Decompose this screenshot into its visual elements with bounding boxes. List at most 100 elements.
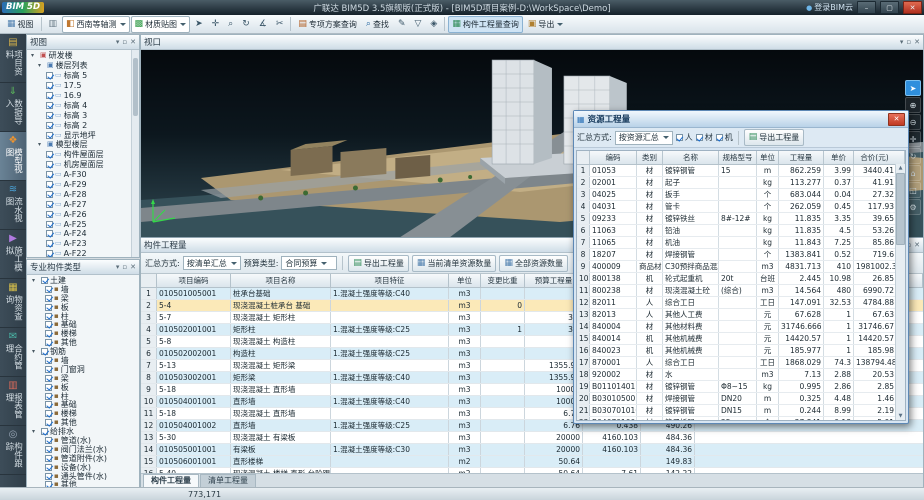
all-resource-button[interactable]: ▦全部资源数量	[499, 255, 568, 272]
resource-table-scrollbar[interactable]: ▲ ▼	[895, 164, 905, 420]
checkbox[interactable]	[45, 286, 52, 293]
checkbox[interactable]	[45, 304, 52, 311]
checkbox[interactable]	[45, 313, 52, 320]
display-mode-dropdown[interactable]: ▩材质贴图	[131, 16, 191, 33]
resource-table-row[interactable]: 9400009商品材C30预拌商品混凝土m34831.7134101981002…	[577, 261, 905, 273]
nav-tab-2[interactable]: ⇓数据导入	[0, 83, 26, 132]
checkbox[interactable]	[41, 277, 48, 284]
checkbox[interactable]	[46, 72, 53, 79]
checkbox[interactable]	[46, 201, 53, 208]
summary-mode-dropdown[interactable]: 按清单汇总	[183, 256, 241, 270]
nav-tab-7[interactable]: ✉合约管理	[0, 328, 26, 377]
resource-table-row[interactable]: 711065材机油kg11.8437.2585.86	[577, 237, 905, 249]
tree-node-root[interactable]: ▾▣研发楼	[29, 51, 139, 61]
special-plan-query-button[interactable]: ▤专项方案查询	[294, 16, 361, 33]
resource-table-row[interactable]: 818207材焊接钢管个1383.8410.52719.6	[577, 249, 905, 261]
type-item[interactable]: ▪板	[29, 303, 139, 312]
tree-floor-item[interactable]: ▭A-F23	[29, 239, 139, 249]
panel-pin-icon[interactable]: ▫	[906, 38, 911, 46]
tree-floor-item[interactable]: ▭A-F24	[29, 229, 139, 239]
type-item[interactable]: ▪设备(水)	[29, 463, 139, 472]
tree-floor-item[interactable]: ▭A-F30	[29, 170, 139, 180]
orbit-tool[interactable]: ↻	[238, 16, 254, 33]
resource-table-row[interactable]: 20B030105005材焊接钢管DN20m0.3254.481.46	[577, 393, 905, 405]
expander-icon[interactable]: ▾	[32, 428, 39, 435]
type-group[interactable]: ▾给排水	[29, 427, 139, 436]
bottom-tab-1[interactable]: 构件工程量	[143, 474, 199, 487]
type-item[interactable]: ▪其他	[29, 418, 139, 427]
resource-table-row[interactable]: 611063材铅油kg11.8354.553.26	[577, 225, 905, 237]
checkbox[interactable]	[45, 330, 52, 337]
checkbox[interactable]	[46, 82, 53, 89]
panel-close-icon[interactable]: ✕	[914, 38, 920, 46]
type-item[interactable]: ▪墙	[29, 285, 139, 294]
type-item[interactable]: ▪梁	[29, 294, 139, 303]
tree-floor-item[interactable]: ▭机房屋面层	[29, 160, 139, 170]
checkbox[interactable]	[45, 321, 52, 328]
checkbox[interactable]	[45, 419, 52, 426]
nav-tab-8[interactable]: ▥报表管理	[0, 377, 26, 426]
tree-floor-item[interactable]: ▭显示地坪	[29, 130, 139, 140]
panel-menu-icon[interactable]: ▾	[116, 263, 120, 271]
find-button[interactable]: ⌕查找	[362, 16, 393, 33]
current-resource-button[interactable]: ▦当前清单资源数量	[412, 255, 497, 272]
checkbox[interactable]	[45, 384, 52, 391]
nav-tab-1[interactable]: ▤项目资料	[0, 34, 26, 83]
resource-table-row[interactable]: 15840014机其他机械费元14420.57114420.57	[577, 333, 905, 345]
filter-checkbox[interactable]: 人	[676, 132, 693, 143]
resource-table-row[interactable]: 202001材起子kg113.2770.3741.91	[577, 177, 905, 189]
panel-close-icon[interactable]: ✕	[914, 241, 920, 249]
resource-table-row[interactable]: 14840004材其他材料费元31746.666131746.67	[577, 321, 905, 333]
scrollbar-thumb[interactable]	[896, 173, 905, 245]
resource-table-row[interactable]: 21B030701010材镀锌钢管DN15m0.2448.992.19	[577, 405, 905, 417]
expander-icon[interactable]: ▾	[38, 62, 45, 69]
resource-table-row[interactable]: 16840023机其他机械费元185.9771185.98	[577, 345, 905, 357]
resource-table-row[interactable]: 1282011人综合工日工日147.09132.534784.88	[577, 297, 905, 309]
checkbox[interactable]	[46, 171, 53, 178]
export-button[interactable]: ▣导出	[524, 16, 568, 33]
type-item[interactable]: ▪通头管件(水)	[29, 472, 139, 481]
tree-floor-item[interactable]: ▭标高 5	[29, 71, 139, 81]
close-button[interactable]: ✕	[903, 1, 922, 14]
cursor-icon[interactable]: ➤	[905, 80, 921, 96]
tree-floor-item[interactable]: ▭17.5	[29, 81, 139, 91]
checkbox[interactable]	[46, 92, 53, 99]
layout-button[interactable]: ▥	[45, 16, 62, 33]
checkbox[interactable]	[46, 151, 53, 158]
resource-window[interactable]: ▦ 资源工程量 ✕ 汇总方式:按资源汇总人材机▤导出工程量 编码类别名称规格型号…	[573, 110, 909, 424]
panel-pin-icon[interactable]: ▫	[122, 38, 127, 46]
view-menu-button[interactable]: ▦视图	[3, 16, 38, 33]
scrollbar-thumb[interactable]	[133, 58, 138, 116]
panel-pin-icon[interactable]: ▫	[122, 263, 127, 271]
quantity-table-row[interactable]: 135-30现浇混凝土 有梁板m3200004160.103484.36	[141, 432, 923, 444]
resource-table-row[interactable]: 19B01101401材镀锌钢管Φ8~15kg0.9952.862.85	[577, 381, 905, 393]
checkbox[interactable]	[45, 473, 52, 480]
tree-floor-item[interactable]: ▭A-F22	[29, 249, 139, 257]
tree-floor-item[interactable]: ▭A-F28	[29, 189, 139, 199]
panel-menu-icon[interactable]: ▾	[116, 38, 120, 46]
panel-close-icon[interactable]: ✕	[130, 263, 136, 271]
expander-icon[interactable]: ▾	[32, 348, 39, 355]
type-group[interactable]: ▾土建	[29, 276, 139, 285]
resource-export-button[interactable]: ▤导出工程量	[744, 129, 805, 146]
type-item[interactable]: ▪梁	[29, 374, 139, 383]
annotate-tool[interactable]: ✎	[394, 16, 410, 33]
checkbox[interactable]	[46, 240, 53, 247]
nav-tab-3[interactable]: ❖模型视图	[0, 132, 26, 181]
type-item[interactable]: ▪柱	[29, 392, 139, 401]
resource-table-row[interactable]: 1382013人其他人工费元67.628167.63	[577, 309, 905, 321]
checkbox[interactable]	[45, 393, 52, 400]
checkbox[interactable]	[45, 410, 52, 417]
resource-summary-dropdown[interactable]: 按资源汇总	[615, 131, 673, 145]
resource-table-row[interactable]: 509233材镀锌铁丝8#-12#kg11.8353.3539.65	[577, 213, 905, 225]
tree-floor-item[interactable]: ▭16.9	[29, 91, 139, 101]
tree-floor-item[interactable]: ▭构件屋面层	[29, 150, 139, 160]
resource-table-row[interactable]: 10800138机轮式起重机20t台班2.44510.9826.85	[577, 273, 905, 285]
pan-tool[interactable]: ✛	[208, 16, 224, 33]
export-quantity-button[interactable]: ▤导出工程量	[348, 255, 409, 272]
checkbox[interactable]	[41, 348, 48, 355]
checkbox[interactable]	[41, 428, 48, 435]
checkbox[interactable]	[46, 122, 53, 129]
zoom-tool[interactable]: ⌕	[224, 16, 237, 33]
scroll-down-icon[interactable]: ▼	[899, 412, 903, 420]
